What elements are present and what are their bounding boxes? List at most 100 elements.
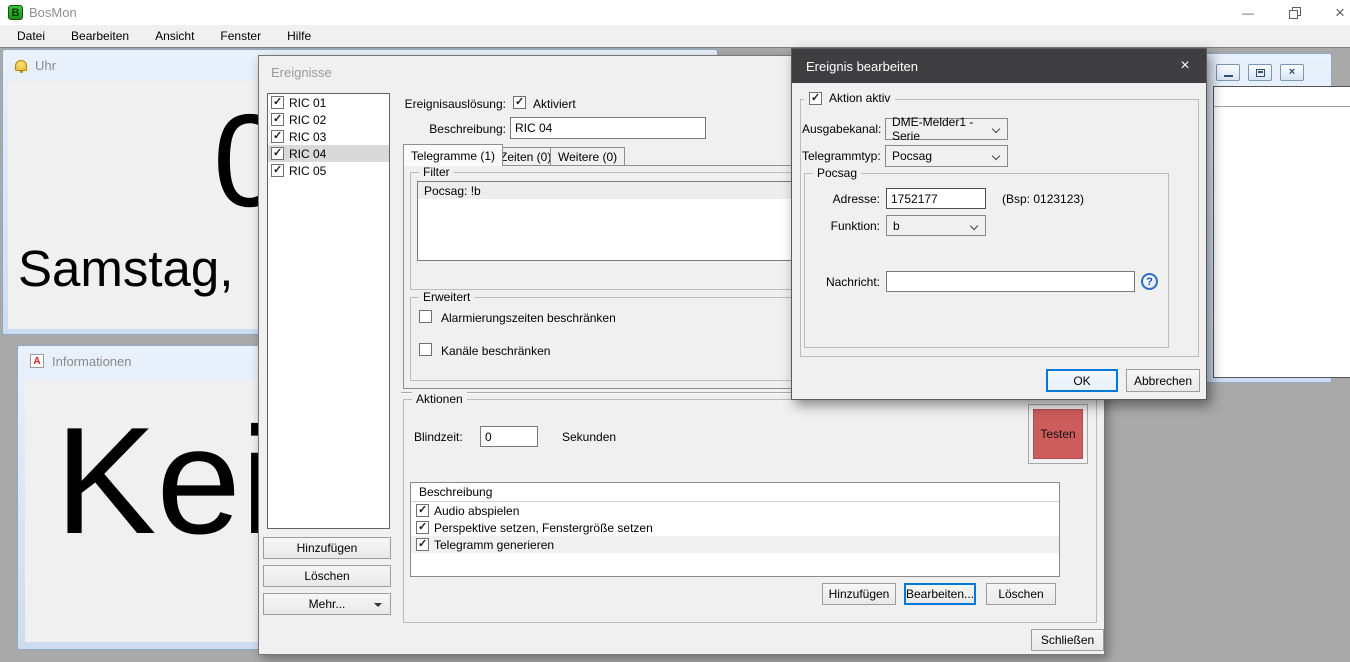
bosmon-main-window: B BosMon — × Datei Bearbeiten Ansicht Fe…: [0, 0, 1350, 662]
help-icon[interactable]: ?: [1141, 273, 1158, 290]
funktion-label: Funktion:: [820, 219, 880, 233]
side-window-list-header: [1214, 87, 1350, 107]
alarmzeiten-checkbox[interactable]: [419, 310, 432, 323]
testen-button[interactable]: Testen: [1033, 409, 1083, 459]
child-close-icon[interactable]: ×: [1280, 64, 1304, 81]
checkbox[interactable]: [271, 147, 284, 160]
aktion-label: Perspektive setzen, Fenstergröße setzen: [434, 521, 653, 535]
info-a-icon: A: [30, 354, 44, 368]
aktionen-group: Aktionen Blindzeit: 0 Sekunden Testen Be…: [403, 399, 1097, 623]
list-item[interactable]: RIC 04: [268, 145, 389, 162]
aktion-aktiv-row: Aktion aktiv: [804, 91, 895, 105]
delete-ric-button[interactable]: Löschen: [263, 565, 391, 587]
ric-label: RIC 03: [289, 130, 326, 144]
funktion-select[interactable]: b: [886, 215, 986, 236]
kanaele-checkbox[interactable]: [419, 343, 432, 356]
aktionen-list[interactable]: Beschreibung Audio abspielen Perspektive…: [410, 482, 1060, 577]
maximize-glyph: [1256, 69, 1265, 77]
list-item[interactable]: RIC 05: [268, 162, 389, 179]
add-ric-button[interactable]: Hinzufügen: [263, 537, 391, 559]
list-item[interactable]: RIC 01: [268, 94, 389, 111]
ric-label: RIC 02: [289, 113, 326, 127]
aktiviert-label: Aktiviert: [533, 97, 576, 111]
child-maximize-icon[interactable]: [1248, 64, 1272, 81]
checkbox[interactable]: [271, 130, 284, 143]
trigger-label: Ereignisauslösung:: [389, 97, 506, 111]
ausgabekanal-select[interactable]: DME-Melder1 - Serie: [885, 118, 1008, 140]
aktion-aktiv-checkbox[interactable]: [809, 92, 822, 105]
aktion-label: Audio abspielen: [434, 504, 519, 518]
menu-hilfe[interactable]: Hilfe: [274, 25, 324, 47]
ric-label: RIC 04: [289, 147, 326, 161]
more-button[interactable]: Mehr...: [263, 593, 391, 615]
aktionen-list-header: Beschreibung: [411, 483, 1059, 502]
clock-date: Samstag,: [18, 243, 233, 294]
adresse-input[interactable]: 1752177: [886, 188, 986, 209]
menu-datei[interactable]: Datei: [4, 25, 58, 47]
ric-label: RIC 05: [289, 164, 326, 178]
testen-button-frame: Testen: [1028, 404, 1088, 464]
filter-group-label: Filter: [419, 165, 454, 179]
ric-label: RIC 01: [289, 96, 326, 110]
edit-dialog-title: Ereignis bearbeiten: [806, 59, 918, 74]
checkbox[interactable]: [271, 96, 284, 109]
blindzeit-unit-label: Sekunden: [562, 430, 616, 444]
list-item[interactable]: Perspektive setzen, Fenstergröße setzen: [411, 519, 1059, 536]
minimize-icon[interactable]: —: [1225, 0, 1271, 25]
ereignisse-title: Ereignisse: [271, 65, 332, 80]
list-item[interactable]: RIC 03: [268, 128, 389, 145]
blindzeit-input[interactable]: 0: [480, 426, 538, 447]
description-input[interactable]: RIC 04: [510, 117, 706, 139]
child-minimize-icon[interactable]: [1216, 64, 1240, 81]
pocsag-group: Pocsag Adresse: 1752177 (Bsp: 0123123) F…: [804, 173, 1169, 348]
telegrammtyp-select[interactable]: Pocsag: [885, 145, 1008, 167]
app-title: BosMon: [29, 5, 77, 20]
tab-telegramme[interactable]: Telegramme (1): [403, 144, 503, 166]
edit-dialog-titlebar[interactable]: Ereignis bearbeiten: [792, 49, 1206, 83]
add-action-button[interactable]: Hinzufügen: [822, 583, 896, 605]
kanaele-label: Kanäle beschränken: [441, 344, 550, 358]
main-titlebar: B BosMon — ×: [0, 0, 1350, 25]
menu-bearbeiten[interactable]: Bearbeiten: [58, 25, 142, 47]
chevron-down-icon: [374, 603, 382, 607]
ereignis-bearbeiten-dialog: Ereignis bearbeiten × Aktion aktiv Ausga…: [791, 48, 1207, 400]
menu-ansicht[interactable]: Ansicht: [142, 25, 207, 47]
more-button-label: Mehr...: [309, 597, 346, 611]
checkbox[interactable]: [271, 164, 284, 177]
uhr-title: Uhr: [35, 58, 56, 73]
restore-icon[interactable]: [1271, 0, 1317, 25]
ok-button[interactable]: OK: [1046, 369, 1118, 392]
nachricht-label: Nachricht:: [820, 275, 880, 289]
alarmzeiten-label: Alarmierungszeiten beschränken: [441, 311, 616, 325]
tab-weitere[interactable]: Weitere (0): [550, 147, 625, 165]
bell-icon: [15, 60, 27, 71]
list-item[interactable]: RIC 02: [268, 111, 389, 128]
restore-glyph: [1289, 7, 1300, 18]
side-window-list[interactable]: [1213, 86, 1350, 378]
edit-action-button[interactable]: Bearbeiten...: [904, 583, 976, 605]
info-big-text: Kei: [55, 405, 275, 557]
checkbox[interactable]: [416, 538, 429, 551]
pocsag-group-label: Pocsag: [813, 166, 861, 180]
aktionen-group-label: Aktionen: [412, 392, 467, 406]
checkbox[interactable]: [271, 113, 284, 126]
ric-listbox[interactable]: RIC 01 RIC 02 RIC 03 RIC 04 RIC 05: [267, 93, 390, 529]
list-item[interactable]: Audio abspielen: [411, 502, 1059, 519]
nachricht-input[interactable]: [886, 271, 1135, 292]
menu-bar: Datei Bearbeiten Ansicht Fenster Hilfe: [0, 25, 1350, 47]
informationen-title: Informationen: [52, 354, 132, 369]
adresse-label: Adresse:: [820, 192, 880, 206]
delete-action-button[interactable]: Löschen: [986, 583, 1056, 605]
cancel-button[interactable]: Abbrechen: [1126, 369, 1200, 392]
schliessen-button[interactable]: Schließen: [1031, 629, 1104, 651]
description-label: Beschreibung:: [389, 122, 506, 136]
edit-dialog-close-icon[interactable]: ×: [1174, 55, 1196, 77]
checkbox[interactable]: [416, 504, 429, 517]
checkbox[interactable]: [416, 521, 429, 534]
aktiviert-checkbox[interactable]: [513, 96, 526, 109]
telegrammtyp-label: Telegrammtyp:: [802, 149, 880, 163]
list-item[interactable]: Telegramm generieren: [411, 536, 1059, 553]
close-icon[interactable]: ×: [1317, 0, 1350, 25]
ausgabekanal-label: Ausgabekanal:: [802, 122, 880, 136]
menu-fenster[interactable]: Fenster: [207, 25, 274, 47]
